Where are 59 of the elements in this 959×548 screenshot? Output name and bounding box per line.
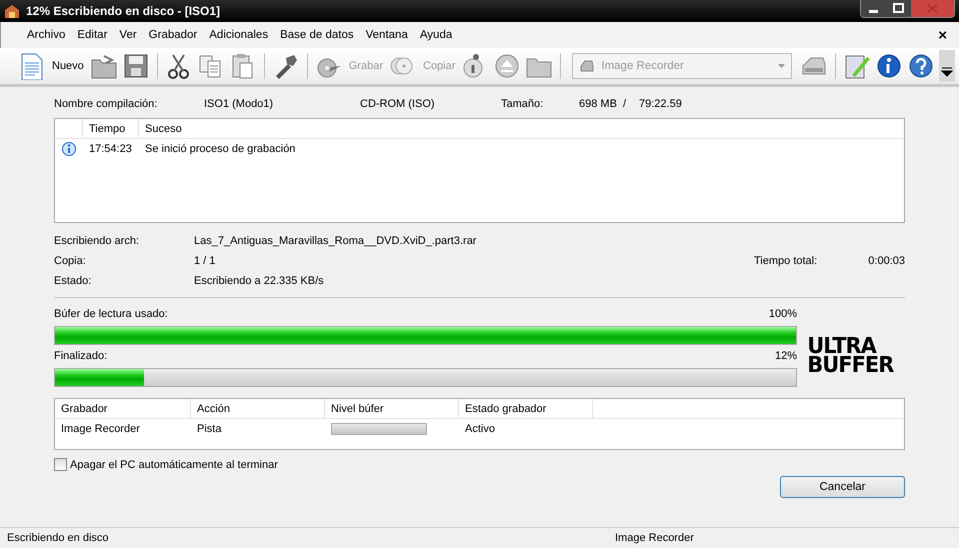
floppy-icon[interactable] [122,52,150,80]
toolbar-button[interactable]: Nuevo [50,60,86,72]
field-value: 698 MB [579,98,618,110]
column-header[interactable]: Acción [191,399,325,418]
close-button[interactable]: × [932,26,953,44]
column-header[interactable]: Suceso [139,119,904,138]
field-value: CD-ROM (ISO) [360,98,436,110]
field-label: Copia: [54,255,87,267]
status-text: Image Recorder [615,532,694,544]
progress-reading: 12% [774,350,797,362]
menu-item[interactable]: Adicionales [203,29,274,41]
menu-item[interactable]: Ventana [360,29,414,41]
field-value: ISO1 (Modo1) [204,98,274,110]
menu-item[interactable]: Ayuda [414,29,458,41]
table-cell-text: Pista [196,422,222,434]
menu-item[interactable]: Archivo [21,29,72,41]
recorder-value: Image Recorder [601,60,685,72]
table-cell-text: Activo [464,422,495,434]
progress-label: Finalizado: [54,350,108,362]
table-cell-text: Se inició proceso de grabación [144,142,296,154]
field-value: Escribiendo a 22.335 KB/s [194,275,325,287]
column-header[interactable]: Tiempo [83,119,139,138]
window-title: 12% Escribiendo en disco - [ISO1] [26,4,222,18]
info-icon [61,140,77,156]
progress-reading: 100% [768,308,797,320]
app-icon [4,3,20,19]
table-cell-text: Image Recorder [60,422,141,434]
checkbox-label[interactable]: Apagar el PC automáticamente al terminar [70,458,278,470]
column-header[interactable]: Nivel búfer [325,399,459,418]
separator-text: / [623,98,628,110]
overflow-icon[interactable] [939,50,956,82]
minimize-button[interactable] [861,0,886,17]
menu-item[interactable]: Editar [71,29,114,41]
field-label: Tamaño: [501,98,544,110]
column-header[interactable]: Grabador [55,399,191,418]
eject-icon[interactable] [493,52,522,80]
field-value: Las_7_Antiguas_Maravillas_Roma__DVD.XviD_.part3.rar [194,235,478,247]
menu-item[interactable]: Ver [113,29,143,41]
field-label: Estado: [54,275,92,287]
field-value: 0:00:03 [868,255,905,267]
ultra-buffer-logo: ULTRA BUFFER [807,333,894,380]
field-label: Escribiendo arch: [54,235,140,247]
column-header[interactable]: Estado grabador [459,399,593,418]
cancel-button[interactable]: Cancelar [780,476,905,498]
maximize-button[interactable] [886,0,911,17]
field-label: Nombre compilación: [54,98,158,110]
status-text: Escribiendo en disco [7,532,110,544]
dropdown-arrow-icon [778,64,786,68]
info-icon[interactable] [875,52,904,80]
field-value: 1 / 1 [194,255,216,267]
menu-item[interactable]: Base de datos [274,29,360,41]
menu-item[interactable]: Grabador [142,29,204,41]
table-cell-text: 17:54:23 [88,142,133,154]
field-label: Tiempo total: [754,255,818,267]
checkbox[interactable] [54,458,67,471]
help-icon[interactable] [907,52,936,80]
drive-icon [579,58,596,74]
field-value: 79:22.59 [639,98,683,110]
progress-label: Búfer de lectura usado: [54,308,168,320]
